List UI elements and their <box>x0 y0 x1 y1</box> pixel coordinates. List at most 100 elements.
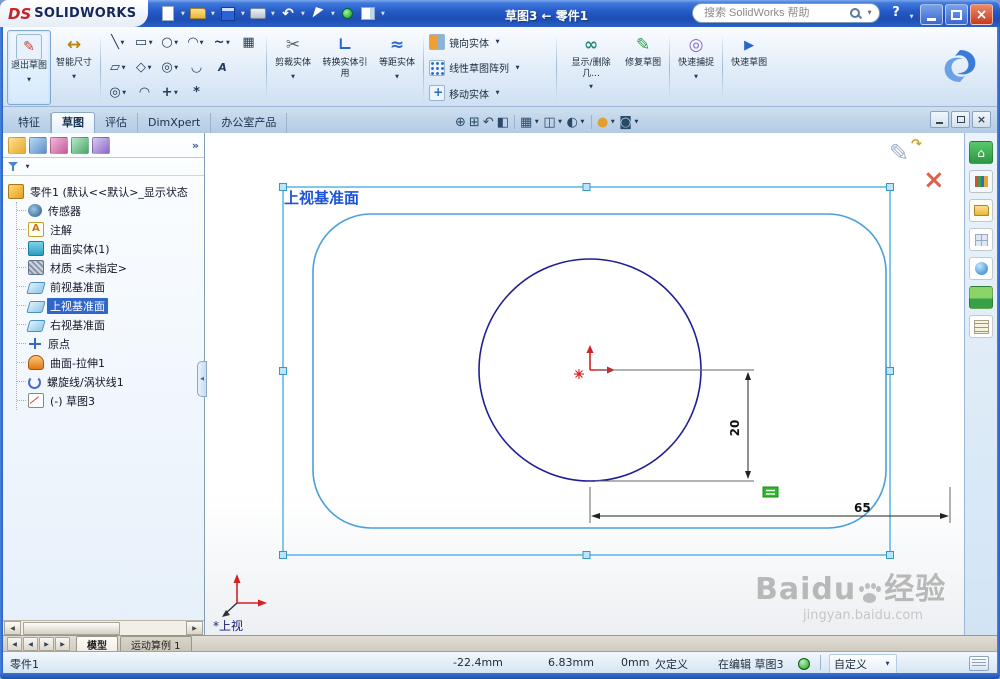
move-entities-button[interactable]: 移动实体 <box>429 85 551 101</box>
minimize-button[interactable] <box>920 4 943 25</box>
new-document-icon[interactable] <box>158 4 177 23</box>
tab-office-products[interactable]: 办公室产品 <box>211 113 288 133</box>
view-palette-icon[interactable] <box>969 228 993 251</box>
offset-entities-button[interactable]: 等距实体 <box>376 30 418 105</box>
smart-dimension-button[interactable]: 智能尺寸 <box>53 30 95 105</box>
task-pane-toggle-icon[interactable] <box>969 656 989 671</box>
last-tab-icon[interactable] <box>55 637 70 651</box>
line-tool-button[interactable] <box>106 32 131 53</box>
text-tool-button[interactable] <box>210 57 235 78</box>
options-panel-icon[interactable] <box>358 4 377 23</box>
convert-entities-button[interactable]: 转换实体引用 <box>316 30 374 105</box>
plane-boundary[interactable] <box>279 183 894 559</box>
section-view-icon[interactable] <box>497 115 509 130</box>
chevron-down-icon[interactable] <box>208 6 217 22</box>
chevron-down-icon[interactable] <box>178 6 187 22</box>
tree-item-annotations[interactable]: 注解 <box>8 220 202 239</box>
tree-item-material[interactable]: 材质 <未指定> <box>8 258 202 277</box>
sketch-origin[interactable] <box>574 345 615 379</box>
doc-restore-button[interactable] <box>951 111 970 128</box>
appearances-icon[interactable] <box>969 257 993 280</box>
tab-model[interactable]: 模型 <box>76 636 118 652</box>
fillet-tool-button[interactable] <box>158 82 183 103</box>
tree-item-front-plane[interactable]: 前视基准面 <box>8 277 202 296</box>
zoom-area-icon[interactable] <box>469 115 480 130</box>
custom-view-dropdown[interactable]: 自定义 <box>829 654 897 674</box>
tree-item-surface-extrude1[interactable]: 曲面-拉伸1 <box>8 353 202 372</box>
scroll-right-icon[interactable] <box>186 621 203 635</box>
dimension-20[interactable]: 20 <box>595 369 754 482</box>
trim-entities-button[interactable]: 剪裁实体 <box>272 30 314 105</box>
circle2-tool-button[interactable] <box>106 82 131 103</box>
scenes-icon[interactable] <box>969 286 993 309</box>
arc3-tool-button[interactable] <box>132 82 157 103</box>
chevron-down-icon[interactable] <box>238 6 247 22</box>
view-orientation-icon[interactable] <box>520 114 540 130</box>
cancel-sketch-icon[interactable] <box>923 165 945 195</box>
restore-button[interactable] <box>945 4 968 25</box>
display-manager-icon[interactable] <box>92 136 110 154</box>
quick-snaps-button[interactable]: 快速捕捉 <box>675 30 717 105</box>
circle-tool-button[interactable] <box>158 32 183 53</box>
doc-close-button[interactable] <box>972 111 991 128</box>
configuration-manager-icon[interactable] <box>50 136 68 154</box>
search-icon[interactable] <box>849 7 862 20</box>
ellipse-tool-button[interactable] <box>158 57 183 78</box>
appearances-icon[interactable] <box>597 114 616 130</box>
repair-sketch-button[interactable]: 修复草图 <box>622 30 664 105</box>
chevron-down-icon[interactable] <box>298 6 307 22</box>
chevron-down-icon[interactable] <box>378 6 387 22</box>
feature-manager-icon[interactable] <box>8 136 26 154</box>
property-manager-icon[interactable] <box>29 136 47 154</box>
undo-icon[interactable] <box>278 4 297 23</box>
arc-tool-button[interactable] <box>184 32 209 53</box>
scrollbar-thumb[interactable] <box>23 621 120 635</box>
chevron-down-icon[interactable] <box>865 5 874 21</box>
solidworks-resources-icon[interactable] <box>969 141 993 164</box>
tree-item-right-plane[interactable]: 右视基准面 <box>8 315 202 334</box>
sketch-relation-badge[interactable] <box>762 486 779 498</box>
tree-item-top-plane[interactable]: 上视基准面 <box>8 296 202 315</box>
mirror-entities-button[interactable]: 镜向实体 <box>429 34 551 50</box>
first-tab-icon[interactable] <box>7 637 22 651</box>
panel-overflow-icon[interactable] <box>192 139 199 152</box>
tab-evaluate[interactable]: 评估 <box>95 113 138 133</box>
file-explorer-icon[interactable] <box>969 199 993 222</box>
chevron-down-icon[interactable] <box>268 6 277 22</box>
scene-icon[interactable] <box>619 114 640 130</box>
custom-properties-icon[interactable] <box>969 315 993 338</box>
zoom-fit-icon[interactable] <box>455 115 466 130</box>
spline-tool-button[interactable] <box>210 32 235 53</box>
tree-item-origin[interactable]: 原点 <box>8 334 202 353</box>
graphics-viewport[interactable]: 上视基准面 20 65 *上视 ✎ ↷ × Baidu 经验 jingyan.b… <box>205 133 964 635</box>
tree-item-surface-bodies[interactable]: 曲面实体(1) <box>8 239 202 258</box>
rebuild-icon[interactable] <box>338 4 357 23</box>
search-input[interactable] <box>702 6 846 20</box>
tree-item-helix[interactable]: 螺旋线/涡状线1 <box>8 372 202 391</box>
tree-horizontal-scrollbar[interactable] <box>3 620 204 635</box>
print-icon[interactable] <box>248 4 267 23</box>
confirmation-corner-sketch-icon[interactable] <box>889 139 909 167</box>
scroll-left-icon[interactable] <box>4 621 21 635</box>
search-box[interactable] <box>692 3 880 23</box>
graphics-area[interactable]: 上视基准面 20 65 *上视 <box>205 133 964 635</box>
close-button[interactable] <box>970 4 993 25</box>
panel-collapse-handle[interactable] <box>197 361 207 397</box>
chevron-down-icon[interactable] <box>23 159 32 175</box>
center-rectangle-tool-button[interactable] <box>106 57 131 78</box>
point-tool-button[interactable] <box>184 82 209 103</box>
chevron-down-icon[interactable] <box>328 6 337 22</box>
next-tab-icon[interactable] <box>39 637 54 651</box>
select-cursor-icon[interactable] <box>308 4 327 23</box>
design-library-icon[interactable] <box>969 170 993 193</box>
exit-sketch-button[interactable]: 退出草图 <box>7 30 52 105</box>
wave-tool-button[interactable] <box>184 57 209 78</box>
tab-motion-study[interactable]: 运动算例 1 <box>120 636 192 652</box>
tree-item-sensors[interactable]: 传感器 <box>8 201 202 220</box>
tree-item-part-root[interactable]: 零件1 (默认<<默认>_显示状态 <box>8 182 202 201</box>
filter-icon[interactable] <box>8 161 19 172</box>
rectangle-tool-button[interactable] <box>132 32 157 53</box>
tab-dimxpert[interactable]: DimXpert <box>138 113 212 133</box>
polygon-tool-button[interactable] <box>132 57 157 78</box>
dimxpert-manager-icon[interactable] <box>71 136 89 154</box>
